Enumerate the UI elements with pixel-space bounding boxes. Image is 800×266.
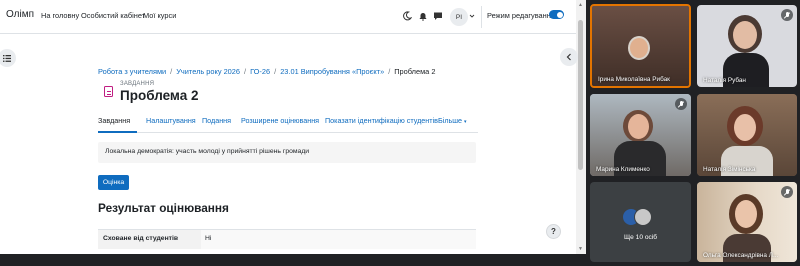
- chevron-down-icon: ▾: [464, 119, 467, 125]
- more-participants-label: Ще 10 осіб: [623, 234, 658, 241]
- user-avatar[interactable]: PI: [450, 8, 468, 26]
- chevron-down-icon[interactable]: [469, 13, 475, 19]
- section-heading: Результат оцінювання: [98, 201, 229, 215]
- participant-name: Наталія Зімінська: [703, 166, 756, 173]
- scrollbar-thumb[interactable]: [578, 20, 583, 170]
- participant-face: [735, 200, 757, 228]
- breadcrumb-item[interactable]: 23.01 Випробування «Проєкт»: [280, 67, 384, 76]
- description-text: Локальна демократія: участь молоді у при…: [105, 148, 310, 155]
- participant-name: Наталія Рубан: [703, 77, 746, 84]
- table-header-cell: Сховане від студентів: [98, 230, 201, 249]
- scroll-down-arrow-icon[interactable]: ▼: [578, 246, 583, 252]
- course-index-button[interactable]: [0, 49, 16, 67]
- block-drawer-button[interactable]: [560, 48, 578, 66]
- tab-submissions[interactable]: Подання: [202, 116, 231, 125]
- assignment-description: Локальна демократія: участь молоді у при…: [98, 142, 476, 163]
- tab-assignment[interactable]: Завдання: [98, 116, 130, 125]
- more-participants-tile[interactable]: Ще 10 осіб: [590, 182, 691, 262]
- messages-icon[interactable]: [433, 11, 443, 21]
- grade-button[interactable]: Оцінка: [98, 175, 129, 190]
- site-brand[interactable]: Олімп: [6, 9, 34, 20]
- tab-reveal-identities[interactable]: Показати ідентифікацію студентів: [325, 116, 438, 125]
- participant-name: Марина Клименко: [596, 166, 650, 173]
- breadcrumb: Робота з учителями / Учитель року 2026/ГО-…: [98, 67, 436, 76]
- mic-off-icon: [675, 98, 687, 110]
- grading-summary-table: Сховане від студентів Ні: [98, 229, 476, 249]
- edit-mode-toggle[interactable]: [549, 10, 564, 19]
- shared-screen: Олімп На головну Особистий кабінет Мої к…: [0, 0, 586, 254]
- navbar-divider: [481, 6, 482, 28]
- nav-dashboard[interactable]: Особистий кабінет: [81, 11, 145, 20]
- participant-avatar: [634, 208, 652, 226]
- participant-avatar: [628, 36, 650, 60]
- dark-mode-icon[interactable]: [402, 11, 412, 21]
- breadcrumb-item[interactable]: Учитель року 2026: [176, 67, 240, 76]
- participant-tile[interactable]: Марина Клименко: [590, 94, 691, 176]
- tab-more-label: Більше: [438, 116, 463, 125]
- help-button[interactable]: ?: [546, 224, 561, 239]
- participant-tile[interactable]: Наталія Рубан: [697, 5, 797, 87]
- tab-advanced-grading[interactable]: Розширене оцінювання: [241, 116, 319, 125]
- participant-tile[interactable]: Наталія Зімінська: [697, 94, 797, 176]
- nav-home[interactable]: На головну: [41, 11, 79, 20]
- notifications-bell-icon[interactable]: [418, 11, 428, 21]
- page-title: Проблема 2: [120, 88, 199, 103]
- breadcrumb-item[interactable]: Робота з учителями: [98, 67, 166, 76]
- participant-face: [734, 114, 756, 141]
- active-tab-indicator: [98, 131, 137, 133]
- activity-type-label: ЗАВДАННЯ: [120, 81, 155, 87]
- participant-tile[interactable]: Ірина Миколаївна Рибак: [590, 4, 691, 88]
- top-navbar: Олімп На головну Особистий кабінет Мої к…: [0, 0, 576, 34]
- nav-my-courses[interactable]: Мої курси: [143, 11, 176, 20]
- breadcrumb-item[interactable]: ГО-26: [250, 67, 270, 76]
- participant-tile[interactable]: Ольга Олександрівна Л...: [697, 182, 797, 262]
- tab-more[interactable]: Більше ▾: [438, 116, 467, 125]
- scroll-up-arrow-icon[interactable]: ▲: [578, 2, 583, 8]
- participant-name: Ольга Олександрівна Л...: [703, 252, 779, 259]
- table-cell: Ні: [201, 230, 476, 249]
- participant-face: [733, 21, 757, 49]
- edit-mode-label: Режим редагування: [487, 11, 555, 20]
- activity-tabs: Завдання Налаштування Подання Розширене …: [98, 111, 478, 133]
- chevron-left-icon: [566, 53, 571, 61]
- assignment-icon: [104, 86, 113, 97]
- participant-name: Ірина Миколаївна Рибак: [598, 76, 670, 83]
- tab-settings[interactable]: Налаштування: [146, 116, 196, 125]
- mic-off-icon: [781, 9, 793, 21]
- mic-off-icon: [781, 186, 793, 198]
- breadcrumb-current: Проблема 2: [394, 67, 436, 76]
- participant-face: [628, 114, 649, 139]
- list-icon: [3, 54, 11, 62]
